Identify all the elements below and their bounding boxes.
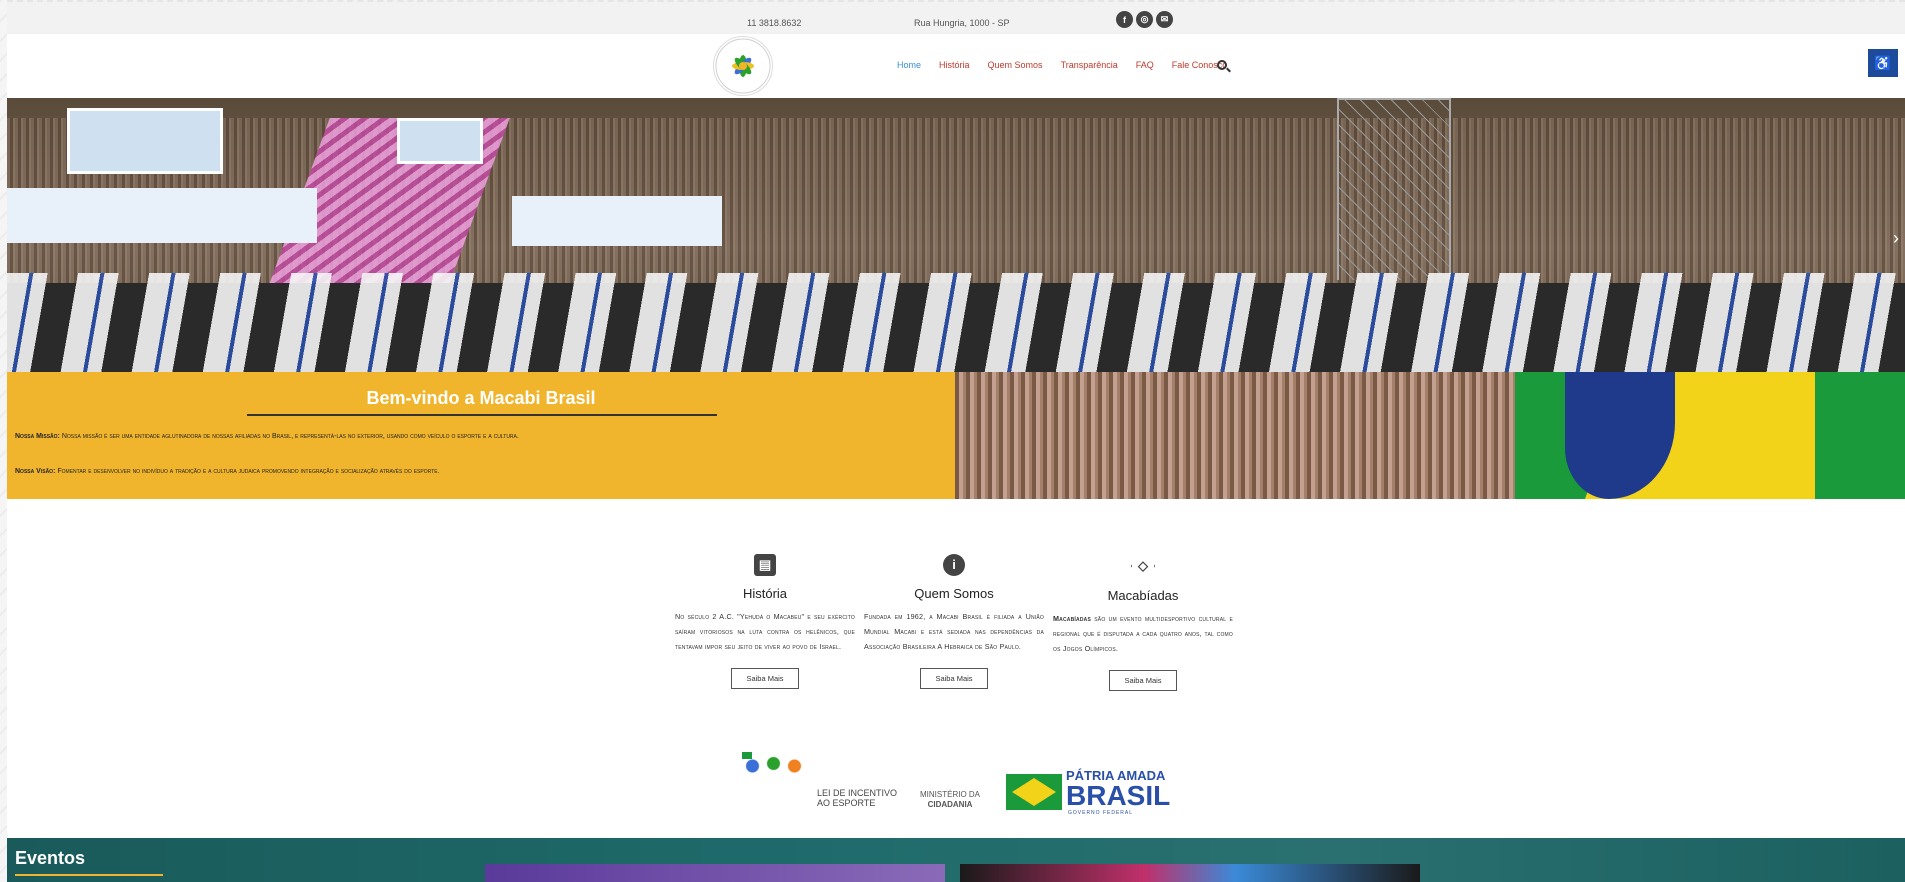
page: 11 3818.8632 Rua Hungria, 1000 - SP f ◎ … [7,0,1905,882]
patria-line2: BRASIL [1066,780,1171,811]
lighting-rig [1337,98,1451,280]
patria-line3: GOVERNO FEDERAL [1068,810,1134,816]
accessibility-icon[interactable]: ♿ [1868,49,1898,77]
address: Rua Hungria, 1000 - SP [914,18,1010,28]
nav-historia[interactable]: História [939,60,970,70]
feature-quem-somos: i Quem Somos Fundada em 1962, a Macabi B… [864,554,1044,689]
mission-statement: Nossa Missão: Nossa missão é ser uma ent… [15,433,519,440]
book-icon: ▤ [754,554,776,576]
info-icon: i [943,554,965,576]
saiba-mais-button[interactable]: Saiba Mais [920,668,988,689]
brazil-flag-image [955,372,1905,499]
saiba-mais-button[interactable]: Saiba Mais [1109,670,1177,691]
nav-faq[interactable]: FAQ [1136,60,1154,70]
lei-text: LEI DE INCENTIVO AO ESPORTE [817,788,897,808]
ministerio-logo: MINISTÉRIO DA CIDADANIA [920,790,980,810]
welcome-title: Bem-vindo a Macabi Brasil [366,388,596,408]
facebook-icon[interactable]: f [1116,11,1133,28]
feature-historia: ▤ História No século 2 A.C. "Yehudá o Ma… [675,554,855,689]
vision-label: Nossa Visão: [15,468,56,475]
mission-text: Nossa missão é ser uma entidade aglutina… [61,433,519,440]
title-underline [247,414,717,416]
brazil-flag-icon [1006,774,1062,810]
feature-text-bold: Macabíadas [1053,614,1091,623]
sponsor-logos: LEI DE INCENTIVO AO ESPORTE MINISTÉRIO D… [742,752,1172,816]
welcome-section: Bem-vindo a Macabi Brasil Nossa Missão: … [7,372,955,499]
instagram-icon[interactable]: ◎ [1136,11,1153,28]
stage-screen [397,118,483,164]
search-icon[interactable] [1217,60,1227,70]
saiba-mais-button[interactable]: Saiba Mais [731,668,799,689]
lei-line2: AO ESPORTE [817,798,876,808]
feature-text: No século 2 A.C. "Yehudá o Macabeu" e se… [675,612,855,651]
patria-amada-logo: PÁTRIA AMADA BRASIL GOVERNO FEDERAL [1006,768,1176,816]
brazil-flag [1515,372,1905,499]
macabi-logo[interactable] [713,36,773,96]
ministerio-line1: MINISTÉRIO DA [920,790,981,799]
vision-text: Fomentar e desenvolver no indivíduo a tr… [57,468,440,475]
feature-title: Macabíadas [1107,588,1179,603]
phone-number: 11 3818.8632 [747,18,802,28]
events-title: Eventos [15,848,86,868]
lei-incentivo-logo: LEI DE INCENTIVO AO ESPORTE [742,752,902,812]
next-slide-icon[interactable]: › [1893,228,1899,249]
mail-icon[interactable]: ✉ [1156,11,1173,28]
site-header: Home História Quem Somos Transparência F… [7,34,1905,98]
vision-statement: Nossa Visão: Fomentar e desenvolver no i… [15,468,439,475]
feature-title: História [742,586,788,601]
events-section: Eventos [7,838,1905,882]
ministerio-line2: CIDADANIA [927,800,973,809]
led-screen [7,188,317,243]
hero-slider: › [7,98,1905,372]
people-icon [742,756,812,806]
main-nav: Home História Quem Somos Transparência F… [897,60,1227,70]
mission-label: Nossa Missão: [15,433,60,440]
event-card[interactable] [485,864,945,882]
nav-transparencia[interactable]: Transparência [1061,60,1118,70]
events-underline [15,874,163,876]
hexagon-icon: ◇ [1131,555,1155,577]
feature-macabiadas: ◇ Macabíadas Macabíadas são um evento mu… [1053,554,1233,691]
feature-text: Fundada em 1962, a Macabi Brasil é filia… [864,612,1044,651]
top-bar: 11 3818.8632 Rua Hungria, 1000 - SP f ◎ … [7,0,1905,34]
feature-title: Quem Somos [914,586,994,601]
israeli-flags [7,273,1905,372]
led-screen [512,196,722,246]
nav-quem-somos[interactable]: Quem Somos [988,60,1043,70]
lei-line1: LEI DE INCENTIVO [817,788,898,798]
event-card[interactable] [960,864,1420,882]
feature-text: Macabíadas são um evento multidesportivo… [1053,611,1233,656]
social-links: f ◎ ✉ [1116,11,1173,28]
stage-screen [67,108,223,174]
nav-home[interactable]: Home [897,60,921,70]
